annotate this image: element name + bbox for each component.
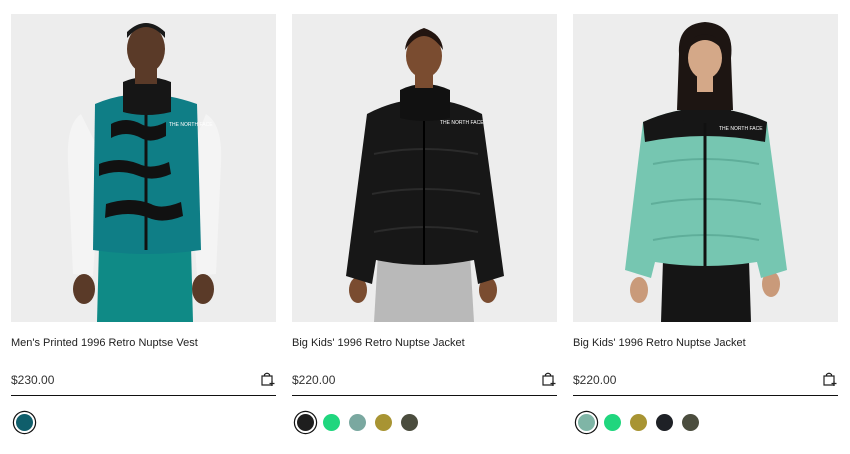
product-card[interactable]: THE NORTH FACE Men's Printed 1996 Retro … bbox=[11, 14, 276, 431]
model-in-mint-jacket-figure: THE NORTH FACE bbox=[625, 22, 787, 322]
color-swatch[interactable] bbox=[578, 414, 595, 431]
price-row: $220.00 bbox=[292, 371, 557, 396]
model-in-vest-figure: THE NORTH FACE bbox=[67, 23, 222, 322]
color-swatch[interactable] bbox=[16, 414, 33, 431]
add-to-cart-bag-icon[interactable] bbox=[822, 371, 838, 387]
color-swatch[interactable] bbox=[656, 414, 673, 431]
product-image[interactable]: THE NORTH FACE bbox=[292, 14, 557, 322]
price-row: $220.00 bbox=[573, 371, 838, 396]
color-swatch[interactable] bbox=[349, 414, 366, 431]
product-card[interactable]: THE NORTH FACE Big Kids' 1996 Retro Nupt… bbox=[573, 14, 838, 431]
add-to-cart-bag-icon[interactable] bbox=[541, 371, 557, 387]
product-price: $220.00 bbox=[292, 373, 336, 387]
color-swatch[interactable] bbox=[297, 414, 314, 431]
brand-logo: THE NORTH FACE bbox=[440, 120, 484, 126]
color-swatch[interactable] bbox=[630, 414, 647, 431]
color-swatch[interactable] bbox=[323, 414, 340, 431]
product-grid: THE NORTH FACE Men's Printed 1996 Retro … bbox=[0, 0, 850, 454]
color-swatch[interactable] bbox=[401, 414, 418, 431]
product-card[interactable]: THE NORTH FACE Big Kids' 1996 Retro Nupt… bbox=[292, 14, 557, 431]
color-swatch[interactable] bbox=[604, 414, 621, 431]
product-name[interactable]: Big Kids' 1996 Retro Nuptse Jacket bbox=[292, 337, 465, 349]
brand-logo: THE NORTH FACE bbox=[169, 122, 213, 128]
product-image[interactable]: THE NORTH FACE bbox=[573, 14, 838, 322]
price-row: $230.00 bbox=[11, 371, 276, 396]
model-in-black-jacket-figure: THE NORTH FACE bbox=[346, 28, 504, 322]
product-name[interactable]: Men's Printed 1996 Retro Nuptse Vest bbox=[11, 337, 198, 349]
color-swatch[interactable] bbox=[375, 414, 392, 431]
product-price: $230.00 bbox=[11, 373, 55, 387]
brand-logo: THE NORTH FACE bbox=[719, 126, 763, 132]
product-name[interactable]: Big Kids' 1996 Retro Nuptse Jacket bbox=[573, 337, 746, 349]
add-to-cart-bag-icon[interactable] bbox=[260, 371, 276, 387]
color-swatch[interactable] bbox=[682, 414, 699, 431]
product-price: $220.00 bbox=[573, 373, 617, 387]
product-image[interactable]: THE NORTH FACE bbox=[11, 14, 276, 322]
